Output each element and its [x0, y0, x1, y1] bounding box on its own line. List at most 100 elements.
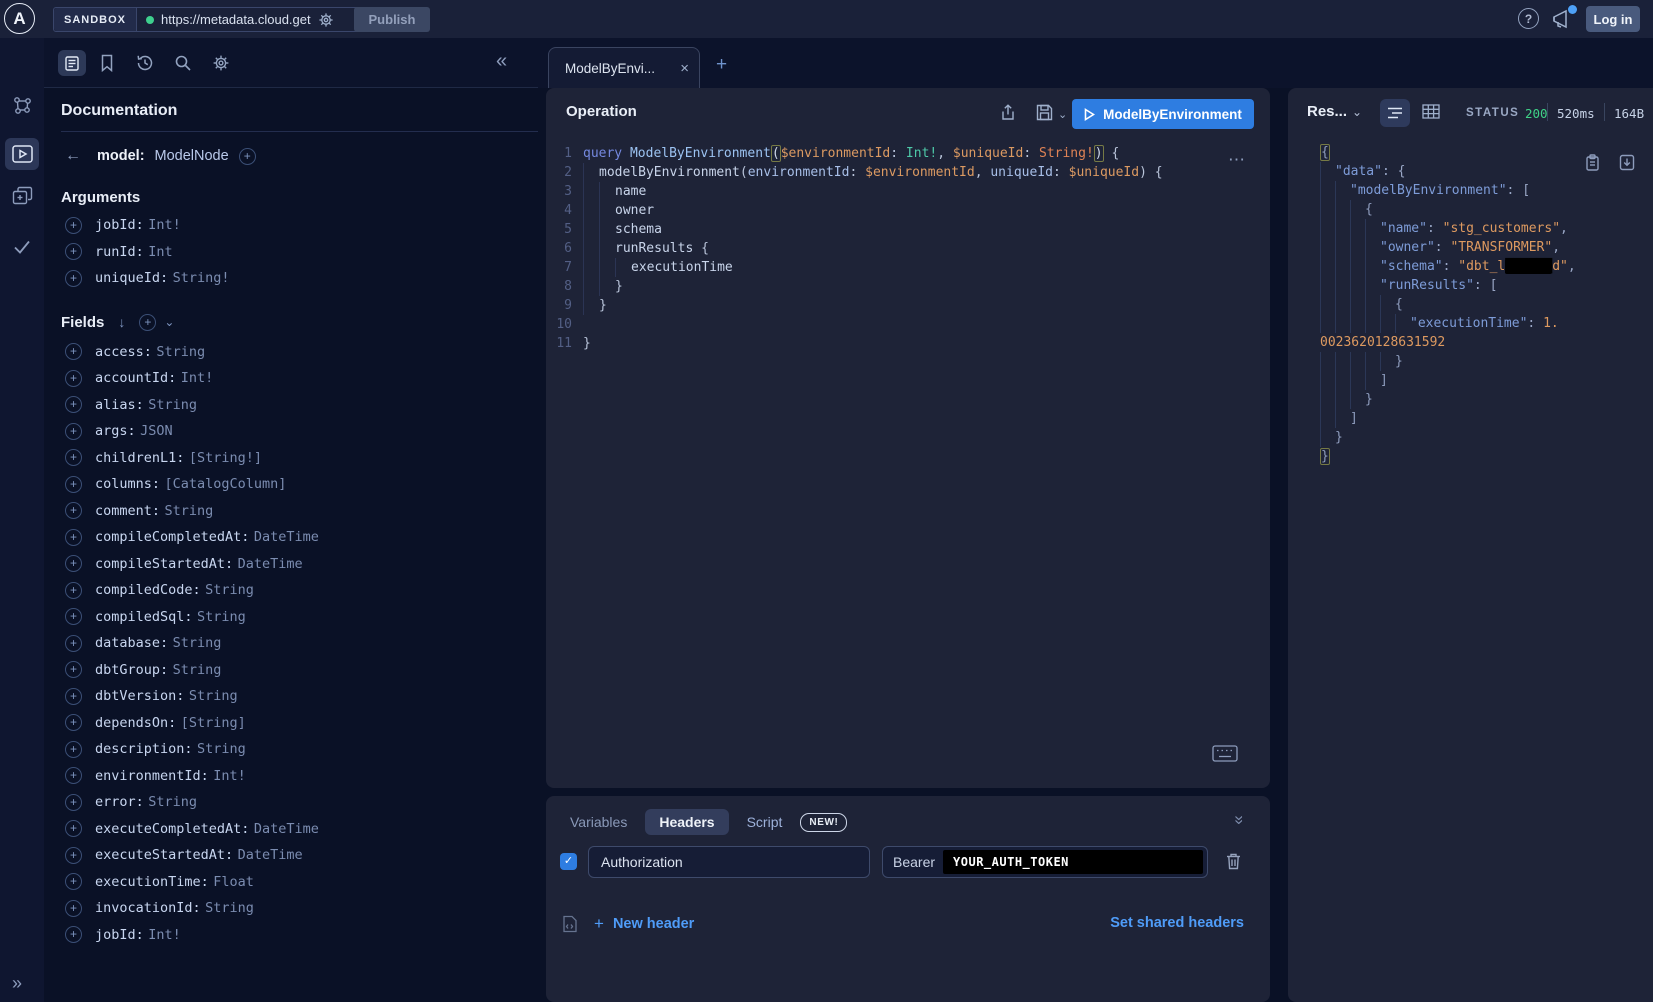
doc-field-row[interactable]: + executeCompletedAt: DateTime	[65, 816, 538, 843]
set-shared-headers-link[interactable]: Set shared headers	[1110, 915, 1244, 931]
operation-tab[interactable]: ModelByEnvi... ×	[548, 47, 700, 88]
add-field-icon[interactable]: +	[65, 926, 82, 943]
add-field-icon[interactable]: +	[65, 502, 82, 519]
doc-field-row[interactable]: + dbtVersion: String	[65, 683, 538, 710]
doc-field-row[interactable]: + access: String	[65, 339, 538, 366]
collapse-doc-panel-icon[interactable]: «	[496, 50, 507, 73]
doc-field-row[interactable]: + columns: [CatalogColumn]	[65, 471, 538, 498]
save-menu-chevron-icon[interactable]: ⌄	[1058, 108, 1067, 121]
doc-field-row[interactable]: + args: JSON	[65, 418, 538, 445]
add-field-icon[interactable]: +	[65, 661, 82, 678]
run-operation-button[interactable]: ModelByEnvironment	[1072, 99, 1254, 129]
doc-field-row[interactable]: + comment: String	[65, 498, 538, 525]
announcements-icon[interactable]	[1551, 8, 1575, 30]
doc-field-row[interactable]: + accountId: Int!	[65, 365, 538, 392]
fields-menu-chevron-icon[interactable]: ⌄	[164, 315, 174, 329]
response-body[interactable]: {"data": {"modelByEnvironment": [{"name"…	[1288, 143, 1653, 466]
doc-field-row[interactable]: + executionTime: Float	[65, 869, 538, 896]
add-field-icon[interactable]: +	[65, 529, 82, 546]
login-button[interactable]: Log in	[1586, 6, 1640, 32]
collapse-panel-icon[interactable]: »	[1229, 815, 1249, 824]
doc-field-row[interactable]: + alias: String	[65, 392, 538, 419]
share-operation-icon[interactable]	[1000, 104, 1016, 121]
add-field-icon[interactable]: +	[65, 343, 82, 360]
response-menu-chevron-icon[interactable]: ⌄	[1352, 105, 1362, 119]
add-field-icon[interactable]: +	[65, 767, 82, 784]
back-arrow-icon[interactable]: ←	[65, 147, 81, 165]
sandbox-badge[interactable]: SANDBOX	[54, 8, 137, 31]
collections-icon[interactable]	[12, 186, 33, 206]
publish-button[interactable]: Publish	[354, 7, 430, 32]
endpoint-settings-gear-icon[interactable]	[318, 12, 334, 28]
doc-field-row[interactable]: + description: String	[65, 736, 538, 763]
doc-field-row[interactable]: + dbtGroup: String	[65, 657, 538, 684]
add-field-icon[interactable]: +	[65, 555, 82, 572]
add-field-icon[interactable]: +	[65, 476, 82, 493]
doc-argument-row[interactable]: + uniqueId: String!	[65, 265, 538, 292]
add-all-fields-icon[interactable]: +	[139, 314, 156, 331]
checks-icon[interactable]	[12, 238, 32, 256]
doc-field-row[interactable]: + childrenL1: [String!]	[65, 445, 538, 472]
add-field-icon[interactable]: +	[65, 582, 82, 599]
add-field-icon[interactable]: +	[65, 370, 82, 387]
endpoint-url-field[interactable]: https://metadata.cloud.get	[137, 8, 365, 31]
search-tool-icon[interactable]	[174, 54, 192, 72]
doc-argument-row[interactable]: + runId: Int	[65, 239, 538, 266]
tab-close-icon[interactable]: ×	[680, 60, 689, 77]
new-tab-icon[interactable]: +	[716, 54, 727, 76]
doc-field-row[interactable]: + environmentId: Int!	[65, 763, 538, 790]
tab-headers[interactable]: Headers	[645, 809, 728, 835]
expand-rail-icon[interactable]: »	[12, 973, 22, 994]
delete-header-icon[interactable]	[1226, 853, 1241, 870]
table-view-icon[interactable]	[1422, 104, 1440, 119]
new-header-button[interactable]: + New header	[594, 914, 694, 934]
settings-tool-icon[interactable]	[212, 54, 230, 72]
add-field-icon[interactable]: +	[65, 714, 82, 731]
add-field-icon[interactable]: +	[239, 148, 256, 165]
operation-editor[interactable]: 1query ModelByEnvironment($environmentId…	[546, 144, 1270, 353]
add-field-icon[interactable]: +	[65, 820, 82, 837]
doc-field-row[interactable]: + error: String	[65, 789, 538, 816]
add-argument-icon[interactable]: +	[65, 243, 82, 260]
add-argument-icon[interactable]: +	[65, 270, 82, 287]
tab-variables[interactable]: Variables	[570, 814, 627, 830]
sort-fields-icon[interactable]: ↓	[118, 314, 125, 330]
breadcrumb-type[interactable]: ModelNode	[155, 148, 229, 164]
explorer-nav-icon[interactable]	[5, 138, 39, 170]
doc-field-row[interactable]: + executeStartedAt: DateTime	[65, 842, 538, 869]
add-field-icon[interactable]: +	[65, 449, 82, 466]
add-field-icon[interactable]: +	[65, 794, 82, 811]
add-field-icon[interactable]: +	[65, 635, 82, 652]
doc-field-row[interactable]: + dependsOn: [String]	[65, 710, 538, 737]
doc-field-row[interactable]: + compileCompletedAt: DateTime	[65, 524, 538, 551]
doc-field-row[interactable]: + compiledSql: String	[65, 604, 538, 631]
schema-graph-icon[interactable]	[12, 95, 33, 116]
doc-field-row[interactable]: + compileStartedAt: DateTime	[65, 551, 538, 578]
bookmarks-tool-icon[interactable]	[99, 54, 115, 72]
doc-field-row[interactable]: + invocationId: String	[65, 895, 538, 922]
add-field-icon[interactable]: +	[65, 396, 82, 413]
response-title[interactable]: Res...	[1307, 103, 1347, 120]
doc-field-row[interactable]: + jobId: Int!	[65, 922, 538, 949]
add-field-icon[interactable]: +	[65, 900, 82, 917]
doc-field-row[interactable]: + compiledCode: String	[65, 577, 538, 604]
documentation-tool-icon[interactable]	[58, 50, 86, 76]
add-field-icon[interactable]: +	[65, 847, 82, 864]
header-enabled-checkbox[interactable]: ✓	[560, 853, 577, 870]
keyboard-shortcuts-icon[interactable]	[1212, 745, 1238, 762]
header-key-input[interactable]	[588, 846, 870, 878]
add-field-icon[interactable]: +	[65, 741, 82, 758]
doc-argument-row[interactable]: + jobId: Int!	[65, 212, 538, 239]
add-argument-icon[interactable]: +	[65, 217, 82, 234]
tab-script[interactable]: Script	[747, 814, 783, 830]
environment-variables-icon[interactable]	[562, 915, 578, 933]
history-tool-icon[interactable]	[136, 54, 154, 72]
header-value-field[interactable]: Bearer YOUR_AUTH_TOKEN	[882, 846, 1208, 878]
add-field-icon[interactable]: +	[65, 688, 82, 705]
help-icon[interactable]: ?	[1518, 8, 1539, 29]
add-field-icon[interactable]: +	[65, 873, 82, 890]
save-operation-icon[interactable]	[1036, 104, 1053, 121]
add-field-icon[interactable]: +	[65, 423, 82, 440]
doc-field-row[interactable]: + database: String	[65, 630, 538, 657]
json-view-icon[interactable]	[1380, 99, 1410, 127]
